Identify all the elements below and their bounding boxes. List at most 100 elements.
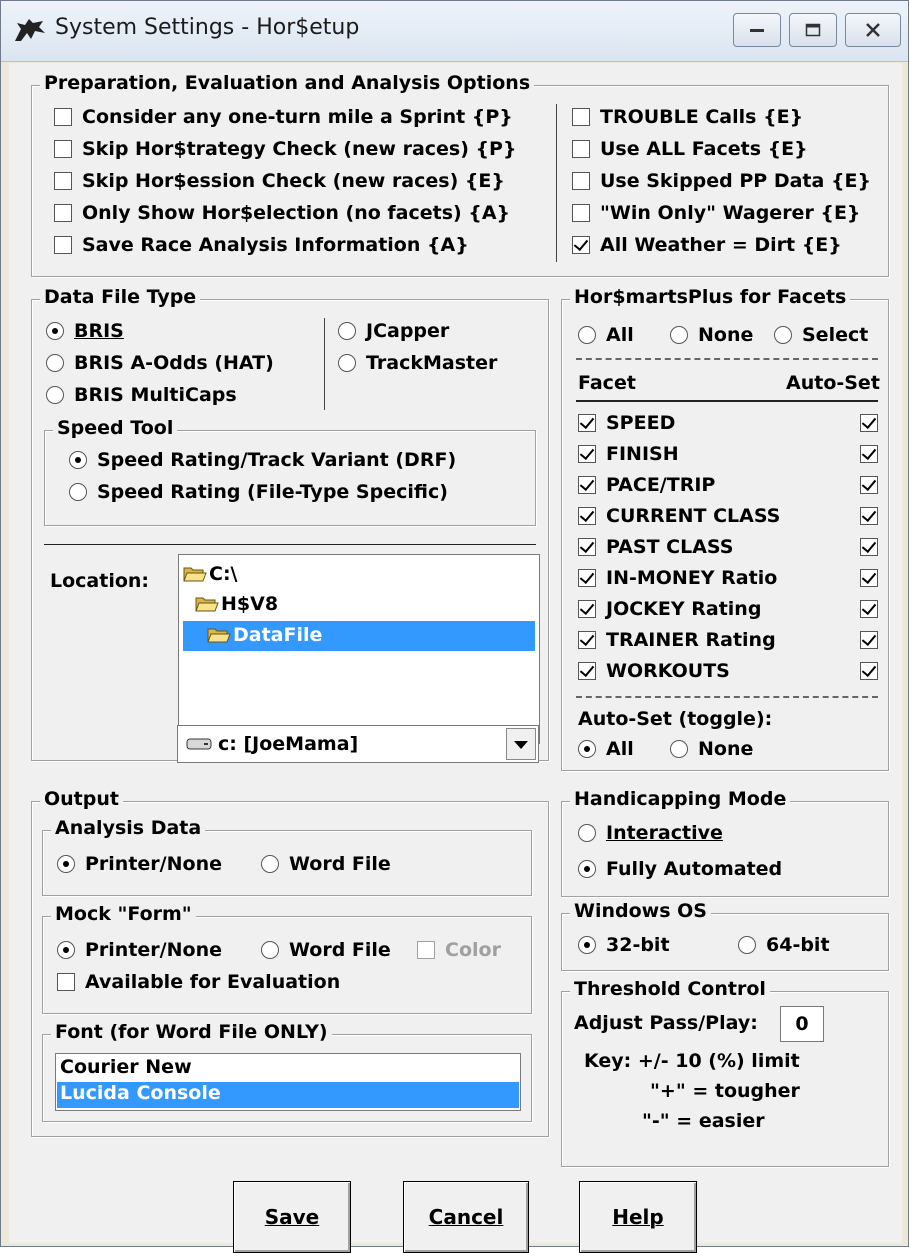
facet-checkbox[interactable] (578, 569, 596, 587)
radio-interactive[interactable]: Interactive (578, 822, 723, 844)
help-button[interactable]: Help (579, 1181, 697, 1253)
radio-button[interactable] (670, 326, 688, 344)
prep-option-all-weather[interactable]: All Weather = Dirt {E} (572, 234, 842, 256)
close-button[interactable] (845, 13, 901, 47)
radio-button[interactable] (338, 354, 356, 372)
radio-button[interactable] (578, 936, 596, 954)
prep-option-only-selection[interactable]: Only Show Hor$election (no facets) {A} (54, 202, 510, 224)
prep-option-trouble[interactable]: TROUBLE Calls {E} (572, 106, 803, 128)
checkbox[interactable] (572, 204, 590, 222)
radio-button[interactable] (578, 824, 596, 842)
radio-speed-file-specific[interactable]: Speed Rating (File-Type Specific) (69, 481, 448, 503)
radio-bris-aodds[interactable]: BRIS A-Odds (HAT) (46, 352, 274, 374)
radio-button[interactable] (46, 386, 64, 404)
autoset-checkbox[interactable] (860, 538, 878, 556)
prep-option-skip-session[interactable]: Skip Hor$ession Check (new races) {E} (54, 170, 505, 192)
radio-button[interactable] (57, 941, 75, 959)
checkbox[interactable] (572, 172, 590, 190)
radio-mock-word[interactable]: Word File (261, 939, 391, 961)
autoset-checkbox[interactable] (860, 414, 878, 432)
facet-checkbox[interactable] (578, 476, 596, 494)
color-checkbox-row[interactable]: Color (417, 939, 501, 961)
save-button[interactable]: Save (233, 1181, 351, 1253)
checkbox[interactable] (572, 140, 590, 158)
radio-button[interactable] (578, 860, 596, 878)
folder-item-root[interactable]: C:\ (183, 563, 237, 585)
radio-button[interactable] (738, 936, 756, 954)
radio-smarts-none[interactable]: None (670, 324, 753, 346)
adjust-pass-play-input[interactable]: 0 (780, 1006, 824, 1042)
radio-jcapper[interactable]: JCapper (338, 320, 449, 342)
radio-autoset-all[interactable]: All (578, 738, 634, 760)
autoset-checkbox[interactable] (860, 662, 878, 680)
font-item-courier[interactable]: Courier New (60, 1056, 192, 1078)
checkbox[interactable] (417, 941, 435, 959)
radio-button[interactable] (46, 322, 64, 340)
autoset-checkbox[interactable] (860, 600, 878, 618)
radio-button[interactable] (261, 941, 279, 959)
facet-checkbox[interactable] (578, 631, 596, 649)
folder-listbox[interactable]: C:\ H$V8 DataFile (178, 554, 540, 744)
autoset-checkbox[interactable] (860, 476, 878, 494)
checkbox[interactable] (54, 236, 72, 254)
facet-checkbox[interactable] (578, 538, 596, 556)
radio-bris-multicaps[interactable]: BRIS MultiCaps (46, 384, 237, 406)
radio-button[interactable] (46, 354, 64, 372)
prep-option-all-facets[interactable]: Use ALL Facets {E} (572, 138, 808, 160)
checkbox[interactable] (57, 973, 75, 991)
facet-checkbox[interactable] (578, 600, 596, 618)
radio-speed-drf[interactable]: Speed Rating/Track Variant (DRF) (69, 449, 456, 471)
radio-button[interactable] (57, 855, 75, 873)
font-listbox[interactable]: Courier New Lucida Console (55, 1053, 521, 1111)
radio-64bit[interactable]: 64-bit (738, 934, 830, 956)
maximize-button[interactable] (789, 13, 837, 47)
folder-item-hsv8[interactable]: H$V8 (195, 593, 278, 615)
font-item-lucida[interactable]: Lucida Console (60, 1082, 221, 1104)
facet-checkbox[interactable] (578, 445, 596, 463)
checkbox[interactable] (54, 140, 72, 158)
radio-button[interactable] (261, 855, 279, 873)
data-file-divider (324, 318, 325, 410)
radio-button[interactable] (69, 483, 87, 501)
facet-checkbox[interactable] (578, 507, 596, 525)
radio-fully-automated[interactable]: Fully Automated (578, 858, 782, 880)
dropdown-button[interactable] (506, 728, 536, 760)
prep-option-win-only[interactable]: "Win Only" Wagerer {E} (572, 202, 860, 224)
title-bar[interactable]: System Settings - Hor$etup (1, 1, 908, 62)
radio-button[interactable] (774, 326, 792, 344)
checkbox-checked[interactable] (572, 236, 590, 254)
prep-option-skip-strategy[interactable]: Skip Hor$trategy Check (new races) {P} (54, 138, 517, 160)
radio-analysis-word[interactable]: Word File (261, 853, 391, 875)
radio-analysis-printer[interactable]: Printer/None (57, 853, 222, 875)
drive-select[interactable]: c: [JoeMama] (177, 725, 539, 763)
autoset-checkbox[interactable] (860, 507, 878, 525)
radio-button[interactable] (670, 740, 688, 758)
checkbox[interactable] (54, 108, 72, 126)
cancel-button[interactable]: Cancel (403, 1181, 529, 1253)
folder-item-datafile[interactable]: DataFile (207, 624, 322, 646)
facet-checkbox[interactable] (578, 414, 596, 432)
radio-autoset-none[interactable]: None (670, 738, 753, 760)
radio-button[interactable] (578, 326, 596, 344)
available-evaluation-row[interactable]: Available for Evaluation (57, 971, 340, 993)
radio-32bit[interactable]: 32-bit (578, 934, 670, 956)
radio-smarts-select[interactable]: Select (774, 324, 868, 346)
autoset-checkbox[interactable] (860, 445, 878, 463)
facet-checkbox[interactable] (578, 662, 596, 680)
checkbox[interactable] (54, 172, 72, 190)
autoset-checkbox[interactable] (860, 569, 878, 587)
checkbox[interactable] (572, 108, 590, 126)
radio-trackmaster[interactable]: TrackMaster (338, 352, 497, 374)
prep-option-save-analysis[interactable]: Save Race Analysis Information {A} (54, 234, 469, 256)
minimize-button[interactable] (733, 13, 781, 47)
prep-option-skipped-pp[interactable]: Use Skipped PP Data {E} (572, 170, 871, 192)
radio-button[interactable] (69, 451, 87, 469)
prep-option-sprint[interactable]: Consider any one-turn mile a Sprint {P} (54, 106, 513, 128)
radio-button[interactable] (338, 322, 356, 340)
autoset-checkbox[interactable] (860, 631, 878, 649)
radio-mock-printer[interactable]: Printer/None (57, 939, 222, 961)
radio-bris[interactable]: BRIS (46, 320, 124, 342)
radio-button[interactable] (578, 740, 596, 758)
radio-smarts-all[interactable]: All (578, 324, 634, 346)
checkbox[interactable] (54, 204, 72, 222)
